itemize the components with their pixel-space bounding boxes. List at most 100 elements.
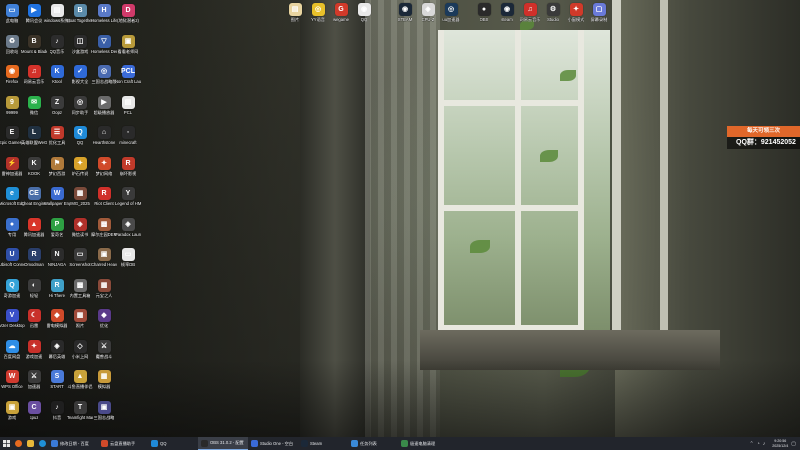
desktop-icon[interactable]: ◈ CPU-Z	[416, 3, 440, 22]
desktop-icon[interactable]: ▢ 屏幕录制	[587, 3, 611, 22]
taskbar-app-button[interactable]: 任务列表	[348, 437, 398, 450]
tray-chevron-up-icon[interactable]: ⌃	[750, 441, 754, 447]
desktop-icon[interactable]: PCLNon Craft Launcher 2	[115, 65, 141, 84]
desktop-icon[interactable]: ▣ 看看老师网	[116, 34, 140, 54]
desktop-icon[interactable]: ♪ 抖音	[45, 400, 69, 420]
desktop-icon[interactable]: ◈Paradox Launcher	[115, 217, 141, 237]
desktop-icon[interactable]: B Boat Together	[67, 4, 93, 23]
desktop-icon[interactable]: ♫ 网易云音乐	[518, 3, 542, 22]
desktop-icon[interactable]: ▲ 斗鱼直播伴侣	[67, 370, 93, 389]
desktop-icon[interactable]: ◎ uu加速器	[439, 3, 463, 22]
desktop-icon[interactable]: K KOOK	[22, 156, 46, 176]
desktop-icon[interactable]: S START	[45, 370, 69, 389]
desktop-icon[interactable]: ▤windows系统激活	[44, 4, 70, 23]
desktop-icon[interactable]: R Riot Client	[92, 187, 116, 206]
taskbar-app-button[interactable]: Studio One - 空白	[248, 437, 298, 450]
tray-network-icon[interactable]: ◔	[757, 441, 760, 447]
taskbar-clock[interactable]: 9:20:56 2025/12/4	[772, 439, 788, 447]
desktop-icon[interactable]: P 爱奇艺	[45, 217, 69, 237]
taskbar-app-button[interactable]: 云盘直播助手	[98, 437, 148, 450]
desktop-icon[interactable]: ⚑ 梦幻西游	[45, 156, 69, 176]
desktop-icon[interactable]: ◦ minecraft	[116, 126, 140, 145]
taskbar-edge-icon[interactable]	[36, 437, 48, 450]
desktop-icon[interactable]: ✦ 梦幻网络	[92, 156, 116, 176]
desktop-icon[interactable]: TTeamfight Manager	[67, 400, 93, 420]
desktop-icon[interactable]: ● OBS	[472, 3, 496, 22]
desktop-icon[interactable]: ◐ 轻轻	[22, 278, 46, 298]
desktop-icon[interactable]: Q QQ	[68, 126, 92, 145]
desktop-icon[interactable]: ▭ 帧率DB	[116, 248, 140, 267]
desktop-icon[interactable]: ▤ 图片	[283, 3, 307, 22]
desktop-icon[interactable]: ✉ 微信	[22, 95, 46, 115]
desktop-icon[interactable]: ◆ 优化	[92, 309, 116, 328]
desktop-icon[interactable]: ◆ 雷电模拟器	[45, 309, 69, 328]
taskbar-app-button[interactable]: Steam	[298, 437, 348, 450]
taskbar-firefox-icon[interactable]	[12, 437, 24, 450]
taskbar-app-button[interactable]: QQ	[148, 437, 198, 450]
desktop-icon[interactable]: ▤ PCL	[116, 95, 140, 115]
desktop-icon[interactable]: ▣Charred Heaven	[91, 248, 117, 267]
desktop-icon[interactable]: ◈ 微信读书	[68, 217, 92, 237]
taskbar-app-button[interactable]: 极速电脑清理	[398, 437, 448, 450]
desktop-icon[interactable]: 9 99999	[0, 95, 24, 115]
desktop-icon[interactable]: ▭ Screenshot	[68, 248, 92, 267]
desktop-icon[interactable]: ☾ 迅雷	[22, 309, 46, 328]
desktop-icon[interactable]: ✓ 影视大全	[68, 65, 92, 84]
desktop-icon[interactable]: ◉ steam	[495, 3, 519, 22]
desktop-icon[interactable]: ✦ 游戏加速	[22, 339, 46, 359]
tray-volume-icon[interactable]: ♪	[763, 441, 766, 447]
desktop-icon[interactable]: ✦ 小窗模式	[564, 3, 588, 22]
desktop-icon[interactable]: ◫ 沙盒游戏	[68, 34, 92, 54]
desktop-icon[interactable]: ▦ 元宝之人	[92, 278, 116, 298]
taskbar-app-button[interactable]: OBS 31.0.2 - 配置	[198, 437, 248, 450]
desktop-icon[interactable]: WWallpaper Engine	[44, 187, 70, 206]
desktop-icon[interactable]: Q 奇游加速	[0, 278, 24, 298]
start-button[interactable]	[0, 437, 12, 450]
desktop-icon[interactable]: Gwegame	[329, 3, 353, 22]
desktop-icon[interactable]: R Omodman	[22, 248, 46, 267]
desktop-icon[interactable]: UUbisoft Connect	[0, 248, 25, 267]
desktop-icon[interactable]: ▽Homeless Demo	[91, 34, 117, 54]
desktop-icon[interactable]: CECheat Engine.exe	[21, 187, 47, 206]
desktop-icon[interactable]: ✦ 炉石传说	[68, 156, 92, 176]
desktop-icon[interactable]: ▲ 腾讯加速器	[22, 217, 46, 237]
desktop-icon[interactable]: ◎ 同步助手	[68, 95, 92, 115]
desktop-icon[interactable]: W WPS Office	[0, 370, 24, 389]
desktop-icon[interactable]: ▩摩尔庄园DEMO	[91, 217, 117, 237]
desktop-icon[interactable]: V V2er Desktop	[0, 309, 25, 328]
desktop-icon[interactable]: ♪ QQ音乐	[45, 34, 69, 54]
desktop-icon[interactable]: ▦ 模拟器	[92, 370, 116, 389]
desktop-icon[interactable]: Ccpuz	[22, 400, 46, 420]
desktop-icon[interactable]: ▦ IMG_2025	[68, 187, 92, 206]
desktop-icon[interactable]: L英雄联盟WeGame	[21, 126, 47, 145]
taskbar-app-button[interactable]: 修改日期 - 百度	[48, 437, 98, 450]
desktop-icon[interactable]: ● 专用	[0, 217, 24, 237]
desktop-icon[interactable]: ◈ 幕后英雄	[45, 339, 69, 359]
desktop-icon[interactable]: YLegend of HMM	[115, 187, 141, 206]
desktop-icon[interactable]: ◉ STEAM	[393, 3, 417, 22]
desktop-icon[interactable]: N NINJAGA	[45, 248, 69, 267]
desktop-icon[interactable]: ⚙ Studio	[541, 3, 565, 22]
desktop-icon[interactable]: K Ktool	[45, 65, 69, 84]
desktop-icon[interactable]: ⚡ 雷神加速器	[0, 156, 24, 176]
desktop-icon[interactable]: ◉ Firefox	[0, 65, 24, 84]
desktop-icon[interactable]: R Hi There	[45, 278, 69, 298]
desktop-icon[interactable]: R 崩坏影视	[116, 156, 140, 176]
desktop-icon[interactable]: ▶ 超级播放器	[92, 95, 116, 115]
desktop-icon[interactable]: ⌂ Hearthstone	[92, 126, 116, 145]
taskbar-file-explorer-icon[interactable]	[24, 437, 36, 450]
desktop-icon[interactable]: ▶ 腾讯会议	[22, 4, 46, 23]
desktop-icon[interactable]: ▭ 此电脑	[0, 4, 24, 23]
desktop-icon[interactable]: BMount & Blade II	[21, 34, 47, 54]
desktop-icon[interactable]: ▣ 三国志战略	[92, 400, 116, 420]
desktop-icon[interactable]: D (地狱潜者2)	[116, 4, 140, 23]
desktop-icon[interactable]: ♫ 网易云音乐	[22, 65, 46, 84]
desktop-icon[interactable]: ▩ 内置工具箱	[68, 278, 92, 298]
desktop-icon[interactable]: ⚔ 魔兽战斗	[92, 339, 116, 359]
desktop-icon[interactable]: Z Oopz	[45, 95, 69, 115]
desktop-icon[interactable]: ◎ 三国志战略版	[91, 65, 117, 84]
desktop-icon[interactable]: ☰ 优化工具	[45, 126, 69, 145]
desktop-icon[interactable]: ▦ 照片	[68, 309, 92, 328]
desktop-icon[interactable]: ◎ YY语音	[306, 3, 330, 22]
desktop-icon[interactable]: ◇ 小米上网	[68, 339, 92, 359]
